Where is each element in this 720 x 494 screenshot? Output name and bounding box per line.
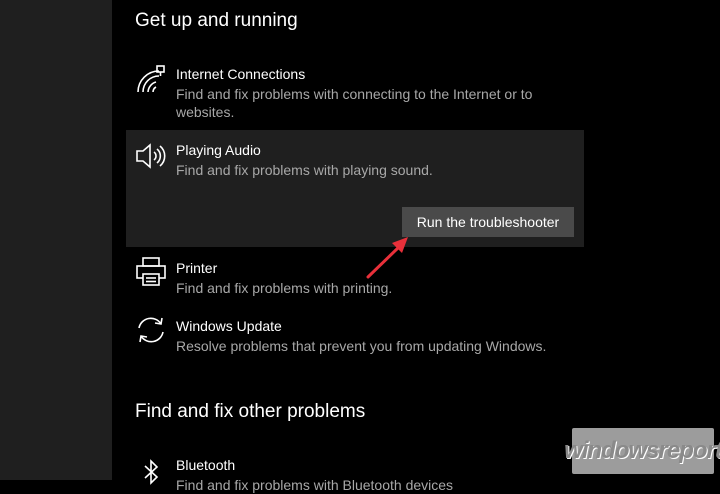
item-title: Printer [176, 260, 218, 276]
troubleshooter-item-bluetooth[interactable]: Bluetooth Find and fix problems with Blu… [126, 453, 584, 493]
troubleshooter-item-windows-update[interactable]: Windows Update Resolve problems that pre… [126, 314, 584, 354]
troubleshooter-item-printer[interactable]: Printer Find and fix problems with print… [126, 256, 584, 296]
watermark-text: windowsreport [564, 437, 720, 464]
section-title-get-up-and-running: Get up and running [135, 10, 298, 31]
printer-icon [135, 256, 167, 288]
item-description: Find and fix problems with connecting to… [176, 86, 533, 120]
item-description: Find and fix problems with playing sound… [176, 162, 433, 178]
item-title: Bluetooth [176, 457, 236, 473]
sync-icon [135, 314, 167, 346]
item-title: Playing Audio [176, 142, 261, 158]
item-description: Find and fix problems with printing. [176, 280, 393, 296]
speaker-icon [135, 140, 167, 172]
item-title: Internet Connections [176, 66, 306, 82]
bluetooth-icon [135, 457, 167, 489]
sidebar [0, 0, 112, 480]
windowsreport-watermark: windowsreport [564, 428, 720, 474]
troubleshooter-item-internet[interactable]: Internet Connections Find and fix proble… [126, 62, 584, 122]
run-troubleshooter-button[interactable]: Run the troubleshooter [402, 207, 574, 237]
section-title-find-and-fix-other-problems: Find and fix other problems [135, 401, 366, 422]
item-title: Windows Update [176, 318, 282, 334]
item-description: Resolve problems that prevent you from u… [176, 338, 547, 354]
wifi-network-icon [135, 64, 167, 96]
item-description: Find and fix problems with Bluetooth dev… [176, 477, 454, 493]
